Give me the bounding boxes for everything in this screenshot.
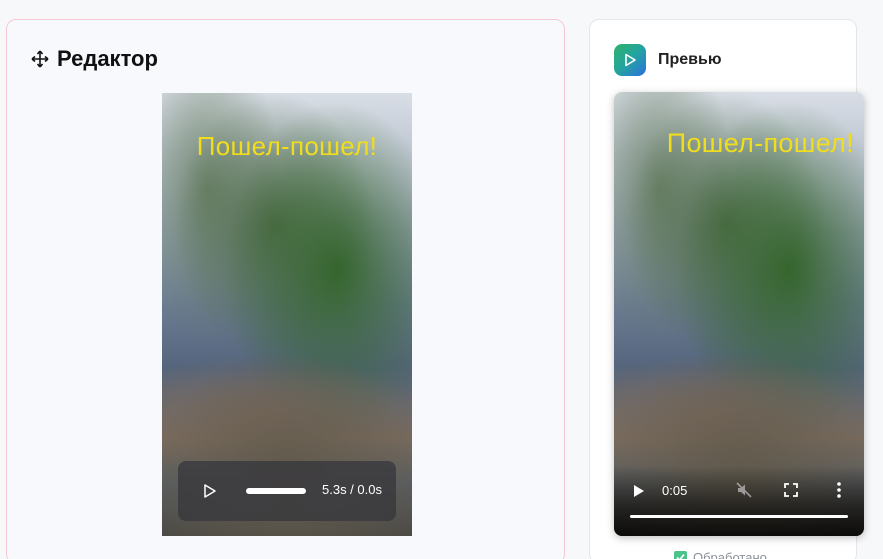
mute-icon[interactable] (736, 482, 752, 498)
more-options-icon[interactable] (836, 481, 842, 499)
editor-video-canvas[interactable]: Пошел-пошел! 5.3s / 0.0s (162, 93, 412, 536)
move-icon[interactable] (31, 50, 49, 68)
editor-header: Редактор (31, 46, 158, 72)
editor-player-controls: 5.3s / 0.0s (178, 461, 396, 521)
play-icon[interactable] (204, 484, 216, 498)
preview-header: Превью (614, 44, 722, 76)
preview-player-controls: 0:05 (614, 466, 864, 536)
editor-time-label: 5.3s / 0.0s (322, 482, 382, 497)
check-icon (674, 551, 687, 559)
preview-title: Превью (658, 51, 722, 68)
preview-progress-bar[interactable] (630, 515, 848, 518)
preview-time-label: 0:05 (662, 483, 688, 498)
editor-panel: Редактор Пошел-пошел! 5.3s / 0.0s (6, 19, 565, 559)
editor-progress-bar[interactable] (246, 488, 306, 494)
status-row: Обработано (674, 550, 767, 559)
status-label: Обработано (693, 550, 767, 559)
play-logo-icon (614, 44, 646, 76)
play-icon[interactable] (634, 484, 644, 497)
fullscreen-icon[interactable] (784, 483, 798, 497)
preview-overlay-text: Пошел-пошел! (666, 128, 854, 158)
preview-panel: Превью Пошел-пошел! 0:05 Обработано (589, 19, 864, 559)
preview-video[interactable]: Пошел-пошел! 0:05 (614, 92, 864, 536)
editor-overlay-text[interactable]: Пошел-пошел! (162, 131, 412, 162)
editor-title: Редактор (57, 46, 158, 71)
